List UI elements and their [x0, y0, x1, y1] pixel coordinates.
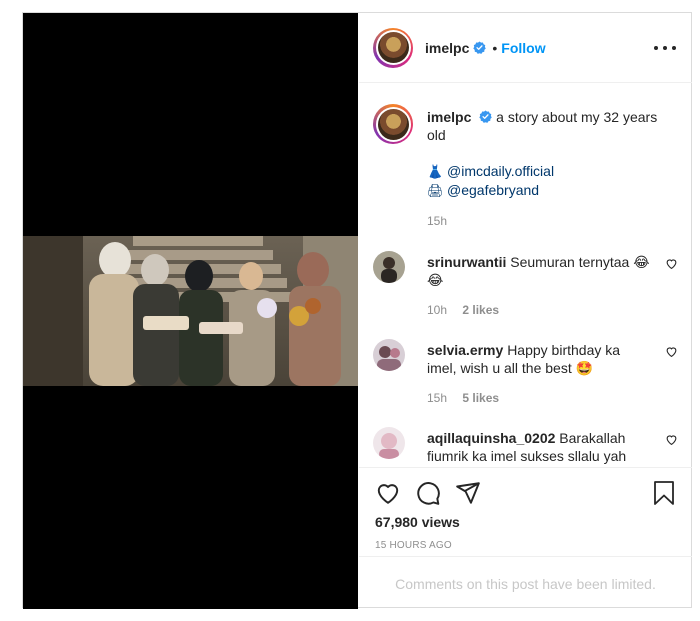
action-icons	[375, 480, 481, 506]
bookmark-icon[interactable]	[652, 480, 676, 506]
commenter-avatar[interactable]	[373, 251, 405, 283]
comment-icon[interactable]	[415, 480, 441, 506]
caption-author-avatar[interactable]	[373, 104, 413, 144]
commenter-username[interactable]: aqillaquinsha_0202	[427, 430, 555, 446]
comment-text-line: srinurwantii Seumuran ternytaa 😂😂	[427, 251, 652, 289]
comment-item: srinurwantii Seumuran ternytaa 😂😂 10h 2 …	[373, 251, 678, 317]
comments-limited-notice: Comments on this post have been limited.	[359, 556, 692, 610]
comment-meta: 10h 2 likes	[427, 303, 678, 317]
mention-link[interactable]: @imcdaily.official	[447, 163, 554, 179]
comment-likes[interactable]: 5 likes	[462, 391, 499, 405]
comment-item: aqillaquinsha_0202 Barakallah fiumrik ka…	[373, 427, 678, 465]
comment-text-line: aqillaquinsha_0202 Barakallah fiumrik ka…	[427, 427, 652, 465]
caption-time[interactable]: 15h	[427, 214, 678, 228]
heart-icon[interactable]	[375, 480, 401, 506]
caption-username[interactable]: imelpc	[427, 109, 471, 125]
commenter-avatar[interactable]	[373, 339, 405, 371]
caption-text-line: imelpc a story about my 32 years old	[427, 104, 678, 144]
bookmark-button[interactable]	[652, 480, 676, 506]
view-count[interactable]: 67,980 views	[375, 514, 460, 530]
post-header: imelpc • Follow	[359, 13, 692, 83]
comment-text-line: selvia.ermy Happy birthday ka imel, wish…	[427, 339, 652, 377]
like-comment-icon[interactable]	[665, 433, 678, 446]
post-media[interactable]	[23, 13, 358, 609]
author-username[interactable]: imelpc	[425, 40, 469, 56]
like-comment-icon[interactable]	[665, 257, 678, 270]
commenter-username[interactable]: selvia.ermy	[427, 342, 503, 358]
like-comment-icon[interactable]	[665, 345, 678, 358]
mention-link[interactable]: @egafebryand	[447, 182, 539, 198]
commenter-username[interactable]: srinurwantii	[427, 254, 506, 270]
post-container: imelpc • Follow imelpc a story about my …	[22, 12, 692, 609]
caption-mention: 👗 @imcdaily.official	[427, 162, 678, 181]
comment-time[interactable]: 10h	[427, 303, 447, 317]
author-avatar[interactable]	[373, 27, 413, 68]
commenter-avatar[interactable]	[373, 427, 405, 459]
post-side-panel: imelpc • Follow imelpc a story about my …	[359, 13, 692, 609]
comment-time[interactable]: 15h	[427, 391, 447, 405]
follow-button[interactable]: Follow	[501, 40, 545, 56]
verified-badge-icon	[479, 110, 493, 123]
post-timestamp[interactable]: 15 HOURS AGO	[375, 540, 452, 551]
dress-icon: 👗	[427, 164, 444, 179]
comment-likes[interactable]: 2 likes	[462, 303, 499, 317]
caption-mention: 🖨 @egafebryand	[427, 181, 678, 200]
post-actions: 67,980 views 15 HOURS AGO Comments on th…	[359, 467, 692, 609]
comment-meta: 15h 5 likes	[427, 391, 678, 405]
printer-icon: 🖨	[427, 183, 444, 198]
more-options-icon[interactable]	[654, 40, 676, 56]
comments-list[interactable]: imelpc a story about my 32 years old 👗 @i…	[359, 84, 692, 466]
separator-dot: •	[492, 39, 498, 56]
verified-badge-icon	[473, 41, 487, 54]
share-icon[interactable]	[455, 480, 481, 506]
video-frame[interactable]	[23, 236, 358, 386]
post-caption: imelpc a story about my 32 years old 👗 @i…	[373, 104, 678, 228]
comment-item: selvia.ermy Happy birthday ka imel, wish…	[373, 339, 678, 405]
video-still-image	[23, 236, 358, 386]
